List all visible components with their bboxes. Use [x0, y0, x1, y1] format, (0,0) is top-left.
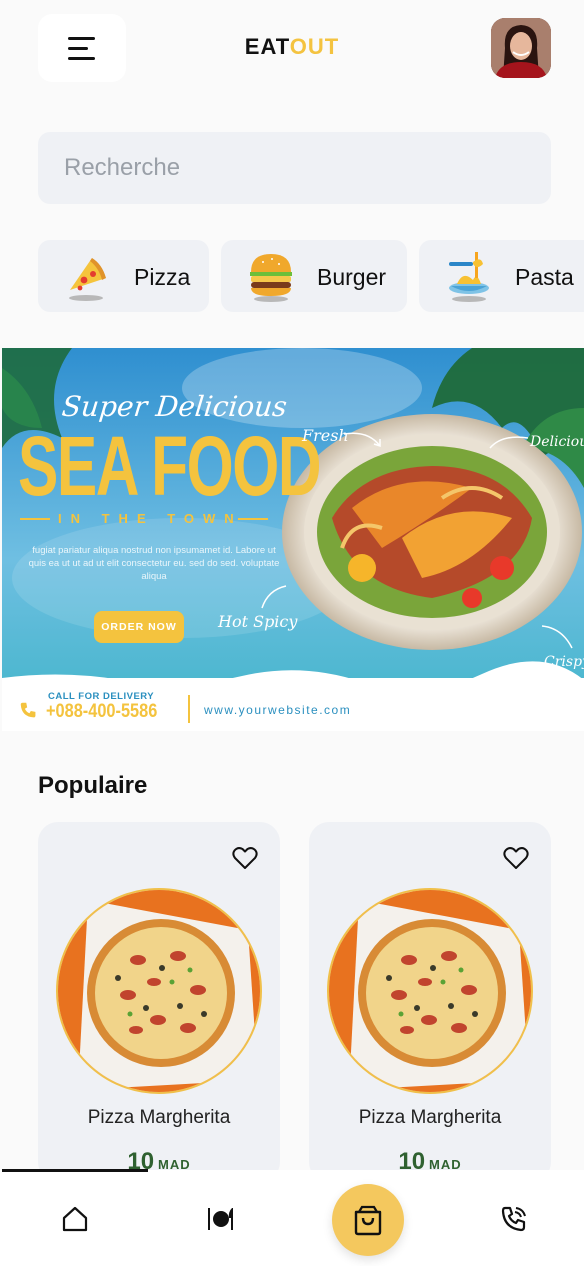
banner-divider	[188, 695, 190, 723]
bottom-navigation	[0, 1170, 584, 1266]
banner-phone[interactable]: +088-400-5586	[46, 701, 157, 723]
category-pizza[interactable]: Pizza	[38, 240, 209, 312]
pizza-image	[329, 890, 531, 1092]
product-image[interactable]	[327, 888, 533, 1094]
burger-icon	[250, 254, 292, 302]
category-label: Pasta	[515, 264, 574, 290]
product-image[interactable]	[56, 888, 262, 1094]
callout-arrows	[261, 432, 573, 649]
category-label: Burger	[317, 264, 387, 290]
category-burger[interactable]: Burger	[221, 240, 407, 312]
cart-button[interactable]	[332, 1184, 404, 1256]
product-name: Pizza Margherita	[87, 1107, 231, 1128]
category-label: Pizza	[134, 264, 191, 290]
search-bar[interactable]	[38, 132, 551, 204]
scroll-indicator	[2, 1169, 148, 1172]
pizza-icon	[69, 258, 106, 301]
heart-icon[interactable]	[503, 846, 529, 870]
search-input[interactable]	[38, 132, 551, 204]
logo-part-1: EAT	[244, 34, 290, 59]
banner-website[interactable]: www.yourwebsite.com	[204, 703, 351, 717]
phone-call-icon	[20, 702, 36, 718]
pasta-icon	[449, 252, 489, 302]
promo-banner[interactable]: Super Delicious SEA FOOD IN THE TOWN fug…	[2, 348, 584, 731]
heart-icon[interactable]	[232, 846, 258, 870]
restaurant-icon[interactable]	[206, 1204, 236, 1234]
cart-icon	[354, 1205, 382, 1236]
category-pasta[interactable]: Pasta	[419, 240, 584, 312]
app-header: EATOUT	[0, 12, 584, 84]
logo-part-2: OUT	[289, 34, 340, 59]
pizza-image	[58, 890, 260, 1092]
category-list: Pizza Burger Pasta	[38, 240, 584, 312]
user-avatar[interactable]	[491, 18, 551, 78]
avatar-image	[491, 18, 551, 78]
product-name: Pizza Margherita	[358, 1107, 502, 1128]
section-title-popular: Populaire	[38, 772, 148, 799]
product-card[interactable]: Pizza Margherita 10 MAD	[309, 822, 551, 1182]
product-card[interactable]: Pizza Margherita 10 MAD	[38, 822, 280, 1182]
home-icon[interactable]	[60, 1204, 90, 1234]
phone-icon[interactable]	[499, 1204, 529, 1234]
